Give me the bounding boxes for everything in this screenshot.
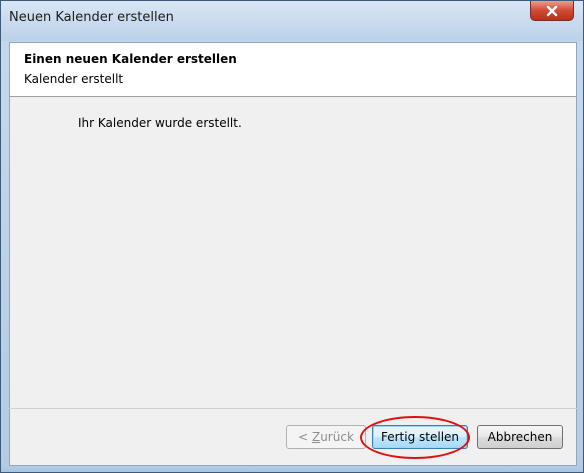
close-button[interactable] [530,1,574,21]
close-icon [546,5,558,17]
back-button[interactable]: < Zurück [286,425,366,449]
wizard-title: Einen neuen Kalender erstellen [24,52,237,66]
back-button-label: urück [320,430,354,444]
back-button-mnemonic: Z [311,430,321,444]
wizard-content: Ihr Kalender wurde erstellt. [9,97,577,408]
status-message: Ihr Kalender wurde erstellt. [78,116,242,130]
finish-button[interactable]: Fertig stellen [372,425,468,449]
window-title: Neuen Kalender erstellen [9,10,174,25]
cancel-button-label: Abbrechen [487,430,553,444]
finish-button-label: Fertig stellen [380,430,460,444]
window-bottom-border [1,466,583,472]
dialog-window: Neuen Kalender erstellen Einen neuen Kal… [0,0,584,473]
button-bar: < Zurück Fertig stellen Abbrechen [9,409,577,466]
back-button-prefix: < [298,430,312,444]
title-bar[interactable]: Neuen Kalender erstellen [1,1,583,41]
wizard-header: Einen neuen Kalender erstellen Kalender … [9,42,577,96]
wizard-subtitle: Kalender erstellt [24,72,124,86]
cancel-button[interactable]: Abbrechen [477,425,563,449]
